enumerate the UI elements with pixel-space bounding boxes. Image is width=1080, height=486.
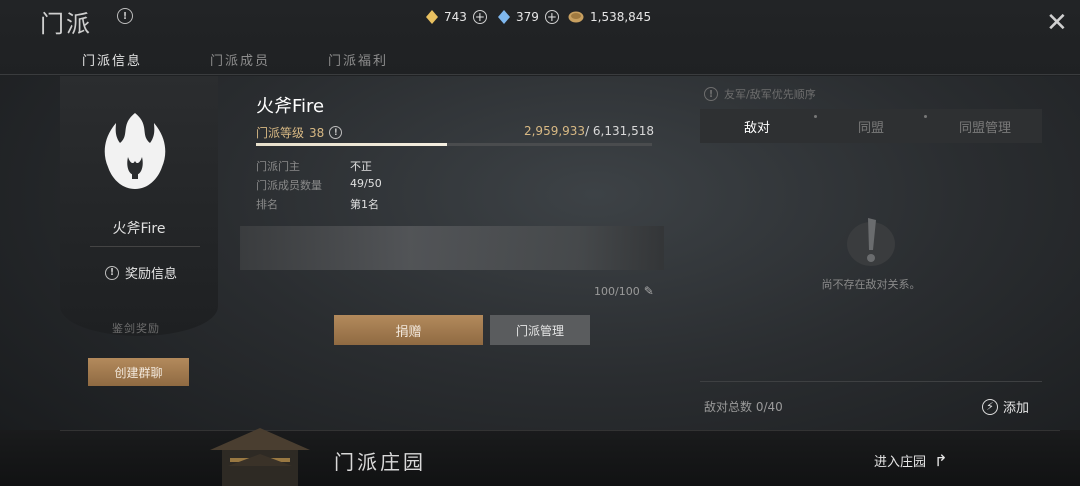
leader-label: 门派门主 — [256, 160, 300, 173]
add-gold-button[interactable]: + — [472, 10, 487, 24]
enemy-total: 敌对总数 0/40 — [704, 400, 783, 414]
banner-guild-name: 火斧Fire — [112, 221, 166, 237]
arrow-icon: ↱ — [934, 451, 948, 470]
rank-value: 第1名 — [350, 198, 379, 211]
guild-name: 火斧Fire — [256, 96, 325, 117]
info-icon: ! — [704, 87, 718, 101]
tab-alliance-manage[interactable]: 同盟管理 — [928, 117, 1042, 136]
add-label: 添加 — [1003, 401, 1030, 416]
donate-button[interactable]: 捐赠 — [334, 315, 483, 345]
info-icon[interactable]: ! — [117, 8, 133, 24]
rank-label: 排名 — [256, 198, 278, 211]
coin-value: 1,538,845 — [590, 10, 652, 24]
blue-value: 379 — [516, 10, 539, 24]
gold-value: 743 — [444, 10, 467, 24]
empty-state-icon — [847, 218, 895, 266]
level-info-icon[interactable]: ! — [329, 126, 343, 139]
tab-guild-members[interactable]: 门派成员 — [210, 50, 270, 69]
currency-gold: 743 + — [426, 10, 487, 24]
add-blue-button[interactable]: + — [544, 10, 559, 24]
coin-icon — [568, 11, 584, 23]
tab-alliance[interactable]: 同盟 — [814, 117, 928, 136]
enter-manor-label: 进入庄园 — [874, 455, 927, 470]
tab-guild-welfare[interactable]: 门派福利 — [328, 50, 388, 69]
blue-crystal-icon — [498, 10, 510, 24]
member-count-value: 49/50 — [350, 177, 382, 190]
relation-tabs: 敌对 同盟 同盟管理 — [700, 109, 1042, 143]
priority-label: 友军/敌军优先顺序 — [724, 88, 816, 101]
priority-order[interactable]: ! 友军/敌军优先顺序 — [704, 86, 816, 102]
fire-emblem-icon — [104, 113, 166, 189]
member-count-label: 门派成员数量 — [256, 179, 322, 192]
reward-info-button[interactable]: ! 奖励信息 — [105, 263, 177, 282]
enter-manor-button[interactable]: 进入庄园 ↱ — [874, 451, 947, 470]
close-icon[interactable]: ✕ — [1046, 8, 1068, 38]
gold-crystal-icon — [426, 10, 438, 24]
add-icon: ⚡ — [982, 398, 998, 415]
reward-info-label: 奖励信息 — [125, 267, 178, 282]
char-count-value: 100/100 — [594, 284, 640, 298]
create-chat-button[interactable]: 创建群聊 — [88, 358, 189, 386]
info-icon: ! — [105, 265, 119, 280]
exp-progress-fill — [256, 143, 448, 146]
manor-title: 门派庄园 — [334, 450, 426, 474]
currency-blue: 379 + — [498, 10, 559, 24]
reward-seal: 鉴剑奖励 — [112, 322, 160, 335]
tab-guild-info[interactable]: 门派信息 — [82, 50, 142, 69]
currency-coin: 1,538,845 — [568, 10, 651, 24]
banner-divider — [90, 246, 200, 247]
tab-separator — [924, 115, 927, 118]
exp-progress-bar — [256, 143, 652, 146]
guild-notice-box[interactable] — [240, 226, 664, 270]
guild-exp: 2,959,933/ 6,131,518 — [500, 124, 654, 138]
empty-state-text: 尚不存在敌对关系。 — [821, 278, 921, 291]
page-title: 门派 — [40, 10, 92, 38]
edit-icon[interactable]: ✎ — [644, 284, 654, 298]
guild-level: 门派等级 38 ! — [256, 124, 343, 141]
relations-divider — [700, 381, 1042, 382]
guild-manage-button[interactable]: 门派管理 — [490, 315, 590, 345]
manor-building-icon — [210, 428, 310, 486]
tab-separator — [814, 115, 817, 118]
level-value: 38 — [309, 125, 325, 140]
leader-value: 不正 — [350, 160, 372, 173]
exp-current: 2,959,933 — [523, 124, 586, 138]
tab-hostile[interactable]: 敌对 — [700, 117, 814, 136]
tab-divider — [0, 74, 1080, 75]
exp-total: / 6,131,518 — [585, 124, 654, 138]
notice-char-count: 100/100 ✎ — [594, 284, 654, 298]
level-label: 门派等级 — [256, 126, 305, 140]
add-button[interactable]: ⚡ 添加 — [982, 397, 1029, 416]
